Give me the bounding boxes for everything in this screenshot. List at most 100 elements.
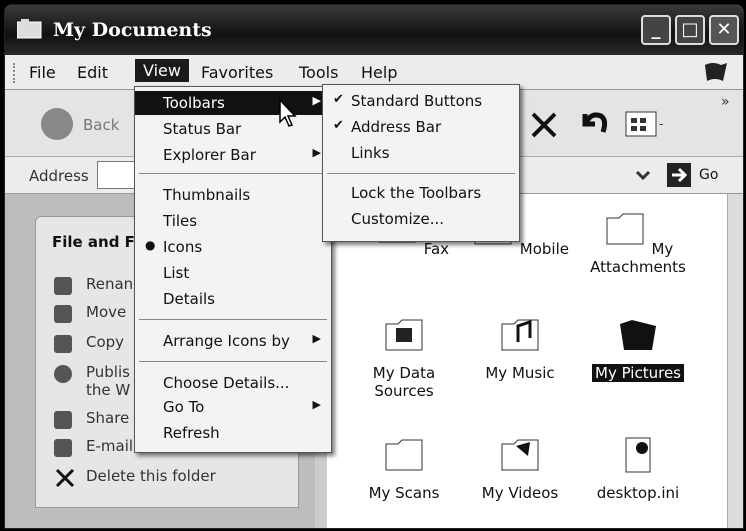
menu-view[interactable]: View — [135, 59, 189, 82]
menu-separator — [139, 319, 327, 320]
windows-logo-icon — [705, 63, 727, 81]
music-folder-icon — [501, 319, 539, 351]
title-bar: My Documents _ □ ✕ — [5, 5, 743, 55]
radio-bullet-icon: ● — [145, 238, 156, 252]
file-item[interactable]: desktop.ini — [583, 436, 693, 502]
submenu-arrow-icon: ▶ — [312, 332, 321, 345]
submenu-item-links[interactable]: Links — [323, 141, 519, 165]
rename-icon — [54, 277, 72, 295]
submenu-arrow-icon: ▶ — [312, 146, 321, 159]
file-label: My Data — [372, 364, 436, 382]
file-item[interactable]: My Attachments — [583, 210, 693, 276]
submenu-arrow-icon: ▶ — [312, 94, 321, 107]
submenu-item-address-bar[interactable]: ✔ Address Bar — [323, 115, 519, 139]
menu-item-toolbars[interactable]: Toolbars ▶ — [135, 91, 331, 115]
menu-favorites[interactable]: Favorites — [201, 63, 273, 82]
menu-item-go-to[interactable]: Go To ▶ — [135, 395, 331, 419]
task-publish[interactable]: Publis — [86, 363, 130, 381]
back-icon[interactable] — [41, 108, 73, 140]
folder-icon — [606, 213, 644, 245]
move-icon — [54, 305, 72, 323]
publish-icon — [54, 365, 72, 383]
file-label: My Music — [485, 364, 555, 382]
explorer-window: My Documents _ □ ✕ File Edit View Favori… — [4, 4, 744, 529]
file-item[interactable]: My Scans — [349, 436, 459, 502]
email-icon — [54, 439, 72, 457]
menu-item-refresh[interactable]: Refresh — [135, 421, 331, 445]
file-label-selected: My Pictures — [592, 364, 684, 382]
file-label: My Scans — [368, 484, 440, 502]
file-label: My Videos — [481, 484, 559, 502]
submenu-arrow-icon: ▶ — [312, 398, 321, 411]
share-icon — [54, 411, 72, 429]
file-label: desktop.ini — [596, 484, 680, 502]
pictures-folder-icon — [620, 320, 656, 350]
go-arrow-icon[interactable] — [667, 163, 691, 187]
views-icon[interactable]: - — [625, 110, 667, 138]
menu-separator — [139, 173, 327, 174]
undo-icon[interactable] — [577, 106, 611, 140]
menu-item-status-bar[interactable]: Status Bar — [135, 117, 331, 141]
menu-item-choose-details[interactable]: Choose Details... — [135, 371, 331, 395]
window-title: My Documents — [53, 19, 212, 41]
file-item[interactable]: My Pictures — [583, 316, 693, 382]
menu-edit[interactable]: Edit — [77, 63, 108, 82]
task-panel-heading[interactable]: File and Fi — [52, 233, 140, 251]
menu-separator — [327, 173, 515, 174]
go-label[interactable]: Go — [699, 167, 718, 183]
checkmark-icon: ✔ — [333, 92, 344, 107]
submenu-item-lock-toolbars[interactable]: Lock the Toolbars — [323, 181, 519, 205]
minimize-button[interactable]: _ — [641, 15, 671, 45]
videos-folder-icon — [501, 439, 539, 471]
file-item[interactable]: My Data Sources — [349, 316, 459, 400]
submenu-item-standard-buttons[interactable]: ✔ Standard Buttons — [323, 89, 519, 113]
svg-text:-: - — [659, 117, 663, 131]
task-copy[interactable]: Copy — [86, 333, 124, 351]
menu-tools[interactable]: Tools — [299, 63, 338, 82]
maximize-button[interactable]: □ — [675, 15, 705, 45]
menu-item-tiles[interactable]: Tiles — [135, 209, 331, 233]
data-sources-folder-icon — [385, 319, 423, 351]
folder-icon — [385, 439, 423, 471]
menu-item-thumbnails[interactable]: Thumbnails — [135, 183, 331, 207]
chevron-down-icon[interactable] — [633, 165, 653, 185]
menu-file[interactable]: File — [29, 63, 56, 82]
copy-icon — [54, 335, 72, 353]
task-delete-folder[interactable]: Delete this folder — [86, 467, 216, 485]
task-email[interactable]: E-mail — [86, 437, 133, 455]
folder-icon — [17, 19, 42, 39]
mouse-pointer-icon — [279, 98, 297, 127]
delete-icon[interactable] — [527, 108, 561, 142]
back-label[interactable]: Back — [83, 116, 119, 134]
file-label: Sources — [374, 382, 434, 400]
task-move[interactable]: Move — [86, 303, 126, 321]
menu-grip[interactable] — [13, 63, 17, 83]
address-label: Address — [29, 167, 89, 185]
ini-file-icon — [625, 437, 651, 473]
view-menu: Toolbars ▶ Status Bar Explorer Bar ▶ Thumb… — [134, 86, 332, 453]
chevron-right-icon[interactable]: » — [721, 94, 730, 110]
menu-item-details[interactable]: Details — [135, 287, 331, 311]
menu-item-arrange-icons[interactable]: Arrange Icons by ▶ — [135, 329, 331, 353]
checkmark-icon: ✔ — [333, 118, 344, 133]
file-item[interactable]: My Music — [465, 316, 575, 382]
file-label: My — [651, 240, 674, 258]
file-list: Fax Mobile My Attachments My Data Source… — [327, 194, 727, 528]
submenu-item-customize[interactable]: Customize... — [323, 207, 519, 231]
menu-item-icons[interactable]: ● Icons — [135, 235, 331, 259]
toolbars-submenu: ✔ Standard Buttons ✔ Address Bar Links Loc… — [322, 84, 520, 242]
delete-x-icon — [55, 468, 75, 488]
file-label: Fax — [423, 240, 450, 258]
menu-help[interactable]: Help — [361, 63, 397, 82]
menu-item-explorer-bar[interactable]: Explorer Bar ▶ — [135, 143, 331, 167]
file-label: Attachments — [590, 258, 686, 276]
task-publish-line2[interactable]: the W — [86, 381, 130, 399]
menu-separator — [139, 361, 327, 362]
address-field[interactable] — [97, 161, 139, 189]
file-item[interactable]: My Videos — [465, 436, 575, 502]
close-button[interactable]: ✕ — [709, 15, 739, 45]
task-share[interactable]: Share — [86, 409, 129, 427]
file-list-scrollbar[interactable] — [727, 194, 743, 528]
menu-item-list[interactable]: List — [135, 261, 331, 285]
task-rename[interactable]: Renan — [86, 275, 133, 293]
